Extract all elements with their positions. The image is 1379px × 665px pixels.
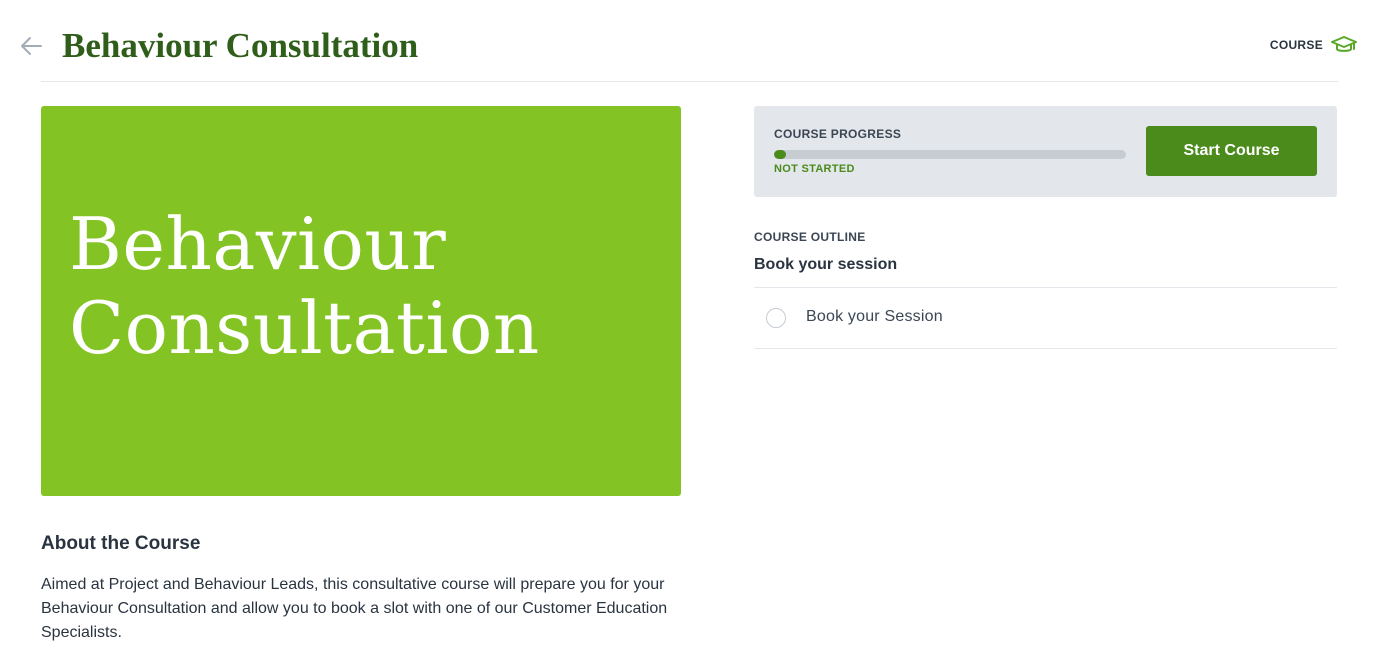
lesson-label: Book your Session — [806, 308, 943, 325]
graduation-cap-icon — [1331, 36, 1357, 52]
page-header: Behaviour Consultation COURSE — [0, 0, 1379, 82]
about-description: Aimed at Project and Behaviour Leads, th… — [41, 576, 668, 641]
outline-section-title: Book your session — [754, 256, 898, 273]
start-course-button[interactable]: Start Course — [1146, 126, 1317, 176]
lesson-item[interactable]: Book your Session — [754, 287, 1337, 349]
course-page: Behaviour Consultation COURSE Behaviour … — [0, 0, 1379, 665]
course-progress-card: COURSE PROGRESS NOT STARTED Start Course — [754, 106, 1337, 197]
progress-bar-fill — [774, 150, 786, 159]
course-type-label: COURSE — [1269, 38, 1323, 52]
header-divider — [41, 81, 1338, 82]
banner-title-line-2: Consultation — [69, 286, 540, 370]
banner-title: Behaviour Consultation — [69, 202, 669, 370]
course-banner: Behaviour Consultation — [41, 106, 681, 496]
arrow-left-icon — [21, 37, 42, 55]
back-button[interactable] — [16, 32, 46, 60]
about-heading: About the Course — [41, 533, 201, 554]
page-title: Behaviour Consultation — [62, 26, 419, 65]
progress-label: COURSE PROGRESS — [774, 127, 902, 141]
progress-status: NOT STARTED — [774, 163, 855, 175]
course-type-indicator: COURSE — [1270, 36, 1357, 54]
banner-title-line-1: Behaviour — [69, 202, 447, 286]
progress-bar — [774, 150, 1126, 159]
course-outline-label: COURSE OUTLINE — [754, 230, 866, 244]
outline-lesson-list: Book your Session — [754, 287, 1337, 349]
radio-empty-icon — [766, 308, 786, 328]
